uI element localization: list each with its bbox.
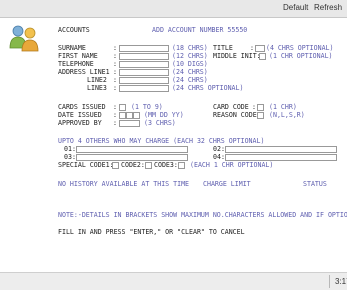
special-code1-field[interactable] <box>112 162 119 169</box>
title-hint: (4 CHRS OPTIONAL) <box>266 44 334 52</box>
reason-code-label: REASON CODE: <box>213 111 261 119</box>
middle-init-label: MIDDLE INIT: <box>213 52 261 60</box>
middle-init-field[interactable] <box>259 53 266 60</box>
charge-limit-label: CHARGE LIMIT <box>203 180 251 188</box>
status-bar: 3:17 <box>0 272 347 290</box>
address1-field[interactable] <box>119 69 169 76</box>
other-02-field[interactable] <box>225 146 337 153</box>
card-code-hint: (1 CHR) <box>269 103 297 111</box>
firstname-hint: (12 CHRS) <box>172 52 208 60</box>
other-01-label: 01: <box>64 145 76 153</box>
address3-label: LINE3 <box>87 84 107 92</box>
telephone-field[interactable] <box>119 61 169 68</box>
cards-issued-field[interactable] <box>119 104 126 111</box>
title-field[interactable] <box>255 45 265 52</box>
card-code-label: CARD CODE <box>213 103 249 111</box>
refresh-button[interactable]: Refresh <box>314 3 342 12</box>
clock: 3:17 <box>335 277 347 286</box>
approved-by-hint: (3 CHRS) <box>144 119 176 127</box>
surname-hint: (18 CHRS) <box>172 44 208 52</box>
status-label: STATUS <box>303 180 327 188</box>
address1-label: ADDRESS LINE1 <box>58 68 110 76</box>
approved-by-label: APPROVED BY <box>58 119 102 127</box>
date-issued-label: DATE ISSUED <box>58 111 102 119</box>
special-code2-label: CODE2: <box>121 161 145 169</box>
address2-field[interactable] <box>119 77 169 84</box>
other-04-field[interactable] <box>225 154 337 161</box>
address3-field[interactable] <box>119 85 169 92</box>
special-code-hint: (EACH 1 CHR OPTIONAL) <box>190 161 274 169</box>
note-text: NOTE:-DETAILS IN BRACKETS SHOW MAXIMUM N… <box>58 211 347 219</box>
special-code3-label: CODE3: <box>154 161 178 169</box>
status-separator <box>329 275 330 288</box>
firstname-field[interactable] <box>119 53 169 60</box>
address2-hint: (24 CHRS) <box>172 76 208 84</box>
no-history-text: NO HISTORY AVAILABLE AT THIS TIME <box>58 180 190 188</box>
others-header: UPTO 4 OTHERS WHO MAY CHARGE (EACH 32 CH… <box>58 137 265 145</box>
date-mm-field[interactable] <box>119 112 126 119</box>
cards-issued-hint: (1 TO 9) <box>131 103 163 111</box>
add-account-number: ADD ACCOUNT NUMBER 55550 <box>152 26 248 34</box>
reason-code-hint: (N,L,S,R) <box>269 111 305 119</box>
telephone-label: TELEPHONE <box>58 60 94 68</box>
users-icon <box>9 25 39 52</box>
address3-hint: (24 CHRS OPTIONAL) <box>172 84 244 92</box>
top-toolbar: Default Refresh <box>0 0 347 18</box>
telephone-hint: (10 DIGS) <box>172 60 208 68</box>
other-03-label: 03: <box>64 153 76 161</box>
other-03-field[interactable] <box>76 154 188 161</box>
special-code2-field[interactable] <box>145 162 152 169</box>
other-02-label: 02: <box>213 145 225 153</box>
screen-title: ACCOUNTS <box>58 26 90 34</box>
terminal-screen: ACCOUNTS ADD ACCOUNT NUMBER 55550 SURNAM… <box>58 26 347 256</box>
card-code-field[interactable] <box>257 104 264 111</box>
instruction-text: FILL IN AND PRESS "ENTER," OR "CLEAR" TO… <box>58 228 245 236</box>
special-code1-label: SPECIAL CODE1: <box>58 161 114 169</box>
cards-issued-label: CARDS ISSUED <box>58 103 106 111</box>
firstname-label: FIRST NAME <box>58 52 98 60</box>
default-button[interactable]: Default <box>283 3 308 12</box>
address2-label: LINE2 <box>87 76 107 84</box>
date-dd-field[interactable] <box>126 112 133 119</box>
reason-code-field[interactable] <box>257 112 264 119</box>
address1-hint: (24 CHRS) <box>172 68 208 76</box>
date-issued-hint: (MM DD YY) <box>144 111 184 119</box>
surname-label: SURNAME <box>58 44 86 52</box>
title-label: TITLE <box>213 44 233 52</box>
approved-by-field[interactable] <box>119 120 140 127</box>
middle-init-hint: (1 CHR OPTIONAL) <box>269 52 333 60</box>
other-01-field[interactable] <box>76 146 188 153</box>
other-04-label: 04: <box>213 153 225 161</box>
surname-field[interactable] <box>119 45 169 52</box>
date-yy-field[interactable] <box>133 112 140 119</box>
special-code3-field[interactable] <box>178 162 185 169</box>
